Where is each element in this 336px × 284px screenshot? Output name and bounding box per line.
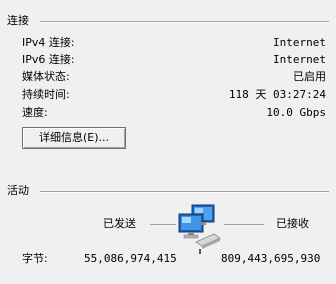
ipv6-connectivity-value: Internet <box>273 53 326 66</box>
bytes-received-value: 809,443,695,930 <box>221 252 321 265</box>
network-computers-icon <box>178 204 221 254</box>
received-label: 已接收 <box>276 217 309 230</box>
media-state-value: 已启用 <box>293 70 326 83</box>
sent-connector-line <box>150 224 176 225</box>
activity-group-title: 活动 <box>7 184 29 197</box>
activity-group-divider <box>40 191 329 193</box>
media-state-label: 媒体状态: <box>22 70 70 83</box>
ipv4-connectivity-label: IPv4 连接: <box>22 36 75 49</box>
ipv6-connectivity-label: IPv6 连接: <box>22 53 75 66</box>
ipv4-connectivity-value: Internet <box>273 36 326 49</box>
details-button[interactable]: 详细信息(E)... <box>22 127 126 149</box>
connection-group-divider <box>40 21 329 23</box>
connection-group-title: 连接 <box>7 14 29 27</box>
bytes-label: 字节: <box>22 252 48 265</box>
bytes-sent-value: 55,086,974,415 <box>84 252 177 265</box>
speed-label: 速度: <box>22 106 48 119</box>
received-connector-line <box>224 224 264 225</box>
duration-label: 持续时间: <box>22 88 70 101</box>
duration-value: 118 天 03:27:24 <box>228 88 326 101</box>
speed-value: 10.0 Gbps <box>266 106 326 119</box>
sent-label: 已发送 <box>103 217 136 230</box>
